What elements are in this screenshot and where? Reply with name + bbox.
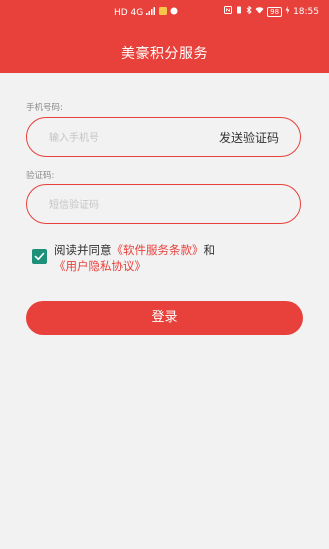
send-code-button[interactable]: 发送验证码: [219, 129, 279, 146]
app-icon: [170, 7, 178, 18]
status-bar: HD 4G 98 18:55: [0, 0, 329, 22]
signal-icon: [146, 7, 156, 18]
network-label: HD 4G: [114, 7, 144, 18]
notification-icon: [159, 7, 168, 18]
battery-icon: 98: [267, 6, 283, 17]
agreement-text: 阅读并同意《软件服务条款》和《用户隐私协议》: [54, 242, 304, 274]
code-input[interactable]: [47, 195, 221, 215]
charging-icon: [285, 6, 290, 17]
vibrate-icon: [235, 6, 243, 17]
check-icon: [34, 252, 45, 261]
code-field: [26, 184, 301, 224]
wifi-icon: [255, 6, 264, 17]
code-label: 验证码:: [26, 171, 55, 181]
privacy-policy-link[interactable]: 《用户隐私协议》: [54, 259, 146, 273]
clock: 18:55: [293, 6, 319, 17]
agreement-prefix: 阅读并同意: [54, 243, 112, 257]
status-right-group: 98 18:55: [224, 5, 319, 17]
bluetooth-icon: [246, 5, 252, 17]
phone-input[interactable]: [47, 128, 221, 148]
agreement-and: 和: [203, 243, 216, 257]
page-title: 美豪积分服务: [121, 46, 208, 62]
status-left-group: HD 4G: [114, 7, 178, 18]
nfc-icon: [224, 6, 233, 17]
phone-label: 手机号码:: [26, 103, 63, 113]
phone-field: 发送验证码: [26, 117, 301, 157]
login-button[interactable]: 登录: [26, 301, 303, 335]
software-terms-link[interactable]: 《软件服务条款》: [112, 243, 204, 257]
agreement-checkbox[interactable]: [32, 249, 47, 264]
battery-level: 98: [270, 7, 280, 16]
header-bar: HD 4G 98 18:55 美豪积分服务: [0, 0, 329, 73]
